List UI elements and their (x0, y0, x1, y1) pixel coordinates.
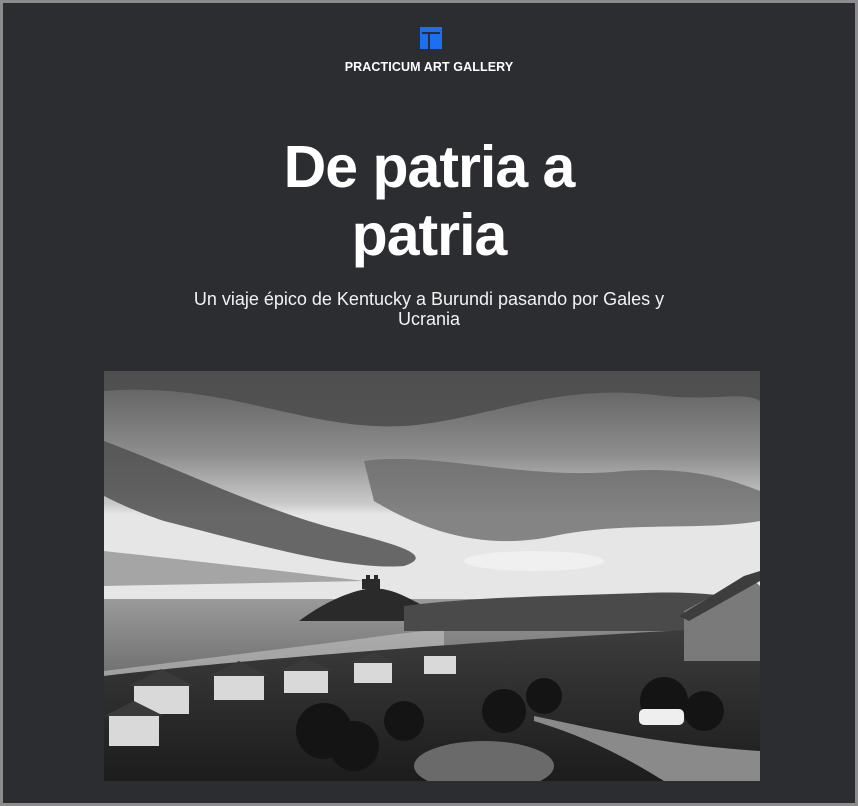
page-frame: PRACTICUM ART GALLERY De patria a patria… (0, 0, 858, 806)
hero-photo (104, 371, 760, 781)
gallery-logo-icon[interactable] (420, 27, 442, 49)
page-title: De patria a patria (283, 134, 576, 268)
brand-name[interactable]: PRACTICUM ART GALLERY (3, 60, 855, 74)
page-subtitle: Un viaje épico de Kentucky a Burundi pas… (193, 289, 665, 329)
